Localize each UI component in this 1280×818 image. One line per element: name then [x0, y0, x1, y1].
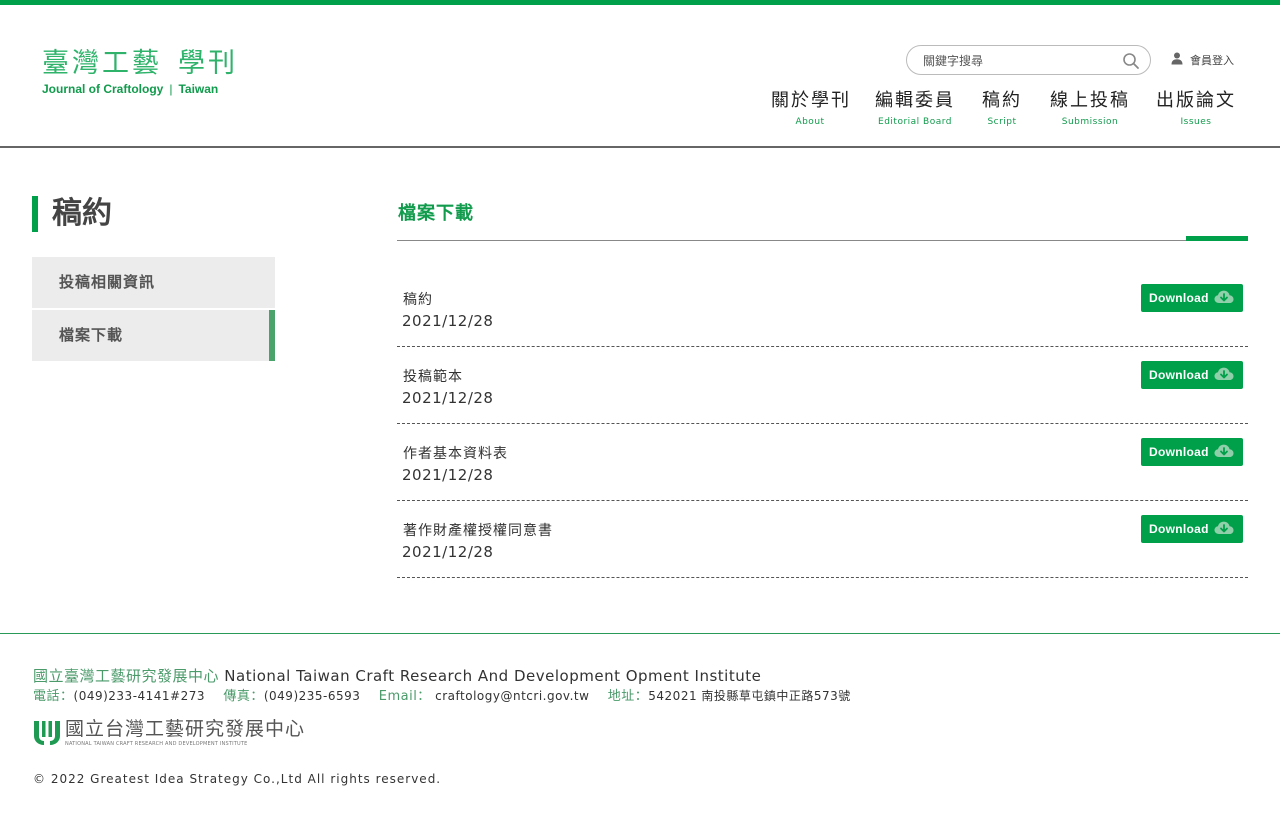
- copyright-text: © 2022 Greatest Idea Strategy Co.,Ltd Al…: [33, 772, 442, 786]
- nav-label-en: Script: [987, 117, 1017, 127]
- phone-label: 電話：: [33, 689, 74, 704]
- sidebar-nav: 投稿相關資訊 檔案下載: [32, 257, 275, 363]
- footer-institute-logo[interactable]: 國立台灣工藝研究發展中心 NATIONAL TAIWAN CRAFT RESEA…: [33, 718, 305, 750]
- footer-logo-cn: 國立台灣工藝研究發展中心: [65, 718, 306, 740]
- footer-org-name: 國立臺灣工藝研究發展中心 National Taiwan Craft Resea…: [33, 665, 761, 686]
- download-label: Download: [1149, 522, 1209, 536]
- download-button[interactable]: Download: [1141, 284, 1243, 312]
- nav-label-cn: 關於學刊: [771, 90, 851, 111]
- nav-item-about[interactable]: 關於學刊 About: [771, 90, 849, 127]
- site-header: 臺灣工藝學刊 Journal of Craftology|Taiwan 會員登入…: [0, 5, 1280, 148]
- cloud-download-icon: [1209, 444, 1234, 461]
- file-date: 2021/12/28: [402, 389, 494, 407]
- cloud-download-icon: [1209, 367, 1234, 384]
- fax-value: (049)235-6593: [263, 689, 361, 703]
- file-name: 著作財產權授權同意書: [403, 523, 553, 539]
- footer-logo-en: NATIONAL TAIWAN CRAFT RESEARCH AND DEVEL…: [65, 741, 248, 747]
- nav-label-cn: 出版論文: [1156, 90, 1236, 111]
- cloud-download-icon: [1209, 521, 1234, 538]
- nav-label-cn: 線上投稿: [1050, 90, 1130, 111]
- logo-chinese: 臺灣工藝 學刊: [42, 49, 238, 79]
- nav-item-script[interactable]: 稿約 Script: [982, 90, 1022, 127]
- download-label: Download: [1149, 445, 1209, 459]
- download-button[interactable]: Download: [1141, 361, 1243, 389]
- footer-org-en: National Taiwan Craft Research And Devel…: [224, 667, 762, 685]
- site-logo[interactable]: 臺灣工藝 學刊 Journal of Craftology | Taiwan: [42, 49, 238, 97]
- footer-contact: 電話：(049)233-4141#273 傳真：(049)235-6593 Em…: [33, 685, 865, 704]
- content-title: 檔案下載: [398, 203, 474, 224]
- nav-label-cn: 稿約: [982, 90, 1022, 111]
- member-login-link[interactable]: 會員登入: [1171, 52, 1234, 68]
- search-input[interactable]: [923, 52, 1113, 69]
- nav-label-en: Editorial Board: [878, 117, 952, 127]
- list-item: 稿約 2021/12/28 Download: [397, 270, 1248, 347]
- list-item: 投稿範本 2021/12/28 Download: [397, 347, 1248, 424]
- download-label: Download: [1149, 368, 1209, 382]
- email-label: Email：: [378, 689, 431, 704]
- address-label: 地址：: [607, 689, 649, 704]
- site-footer: 國立臺灣工藝研究發展中心 National Taiwan Craft Resea…: [0, 633, 1280, 818]
- nav-label-en: About: [795, 117, 825, 127]
- search-icon[interactable]: [1122, 52, 1140, 70]
- cloud-download-icon: [1209, 290, 1234, 307]
- user-icon: [1171, 52, 1190, 68]
- institute-emblem-icon: [33, 718, 61, 750]
- file-name: 投稿範本: [403, 369, 463, 385]
- phone-value: (049)233-4141#273: [73, 689, 206, 703]
- nav-label-en: Issues: [1180, 117, 1212, 127]
- logo-cn-left: 臺灣工藝: [42, 48, 162, 79]
- logo-cn-right: 學刊: [178, 48, 238, 79]
- download-button[interactable]: Download: [1141, 515, 1243, 543]
- address-value: 542021 南投縣草屯鎮中正路573號: [648, 689, 851, 703]
- download-button[interactable]: Download: [1141, 438, 1243, 466]
- nav-label-cn: 編輯委員: [875, 90, 955, 111]
- footer-org-cn: 國立臺灣工藝研究發展中心: [33, 667, 220, 685]
- nav-item-submission[interactable]: 線上投稿 Submission: [1050, 90, 1130, 127]
- nav-item-issues[interactable]: 出版論文 Issues: [1156, 90, 1236, 127]
- nav-item-editorial-board[interactable]: 編輯委員 Editorial Board: [875, 90, 955, 127]
- search-box: [906, 45, 1151, 75]
- nav-label-en: Submission: [1061, 117, 1119, 127]
- file-date: 2021/12/28: [402, 543, 494, 561]
- email-link[interactable]: craftology@ntcri.gov.tw: [435, 689, 589, 703]
- fax-label: 傳真：: [223, 689, 264, 704]
- content-divider-accent: [1186, 236, 1248, 241]
- main-nav: 關於學刊 About 編輯委員 Editorial Board 稿約 Scrip…: [0, 90, 1280, 130]
- file-date: 2021/12/28: [402, 312, 494, 330]
- file-list: 稿約 2021/12/28 Download 投稿範本 2021/12/28 D…: [397, 270, 1248, 578]
- content-divider: [397, 240, 1248, 241]
- section-title: 稿約: [32, 196, 112, 232]
- list-item: 著作財產權授權同意書 2021/12/28 Download: [397, 501, 1248, 578]
- login-label: 會員登入: [1190, 54, 1234, 67]
- file-date: 2021/12/28: [402, 466, 494, 484]
- download-label: Download: [1149, 291, 1209, 305]
- list-item: 作者基本資料表 2021/12/28 Download: [397, 424, 1248, 501]
- file-name: 稿約: [403, 292, 433, 308]
- sidebar-item-file-download[interactable]: 檔案下載: [32, 310, 275, 361]
- file-name: 作者基本資料表: [403, 446, 508, 462]
- sidebar-item-submission-info[interactable]: 投稿相關資訊: [32, 257, 275, 308]
